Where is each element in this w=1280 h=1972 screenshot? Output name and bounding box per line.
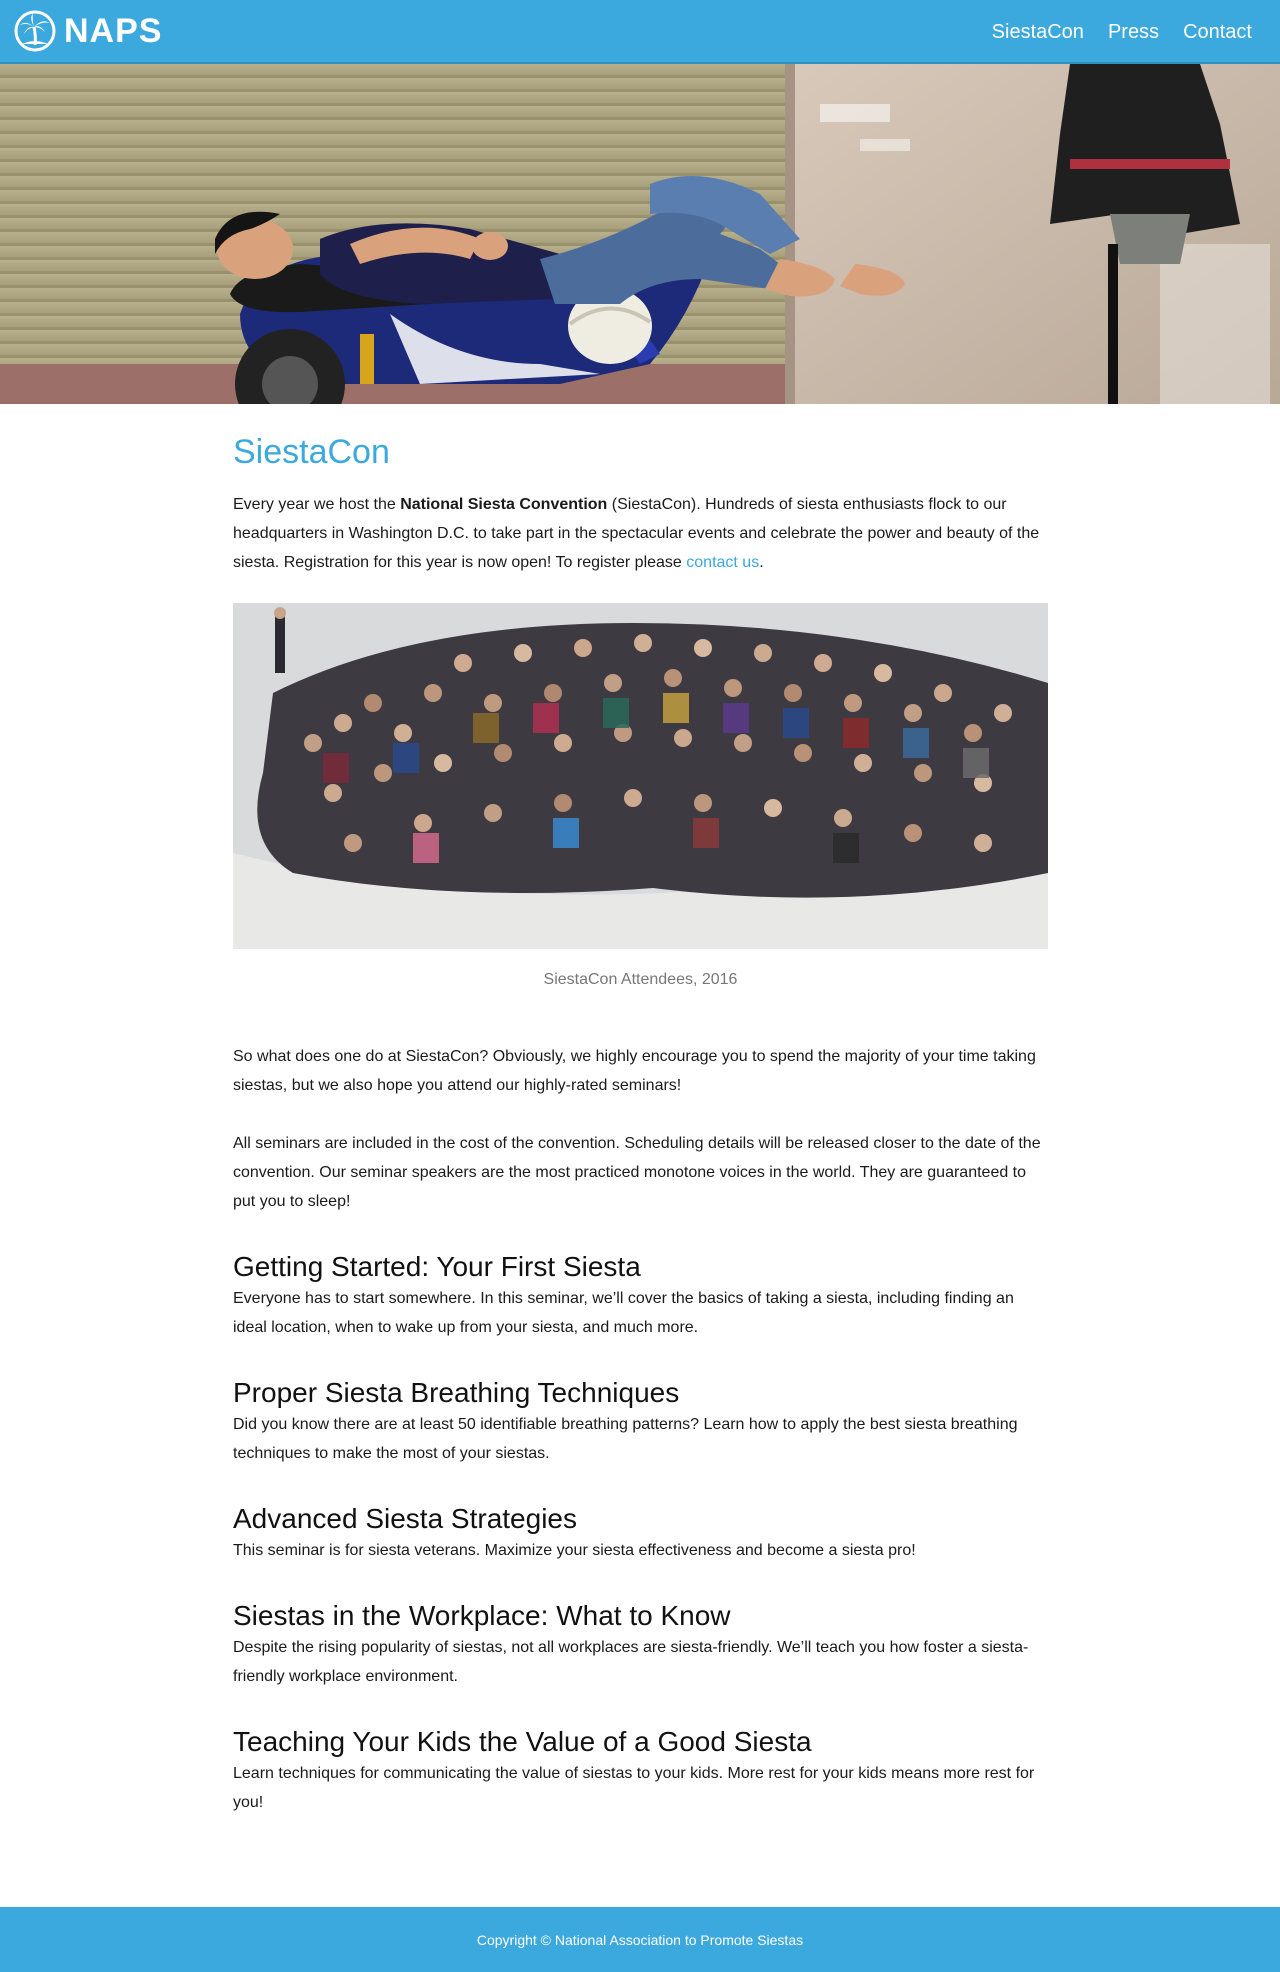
intro-bold-text: National Siesta Convention (400, 496, 608, 513)
site-footer: Copyright © National Association to Prom… (0, 1907, 1280, 1972)
seminar-description: Did you know there are at least 50 ident… (233, 1416, 1018, 1462)
hero-image (0, 64, 1280, 404)
seminar-description: Everyone has to start somewhere. In this… (233, 1290, 1014, 1336)
figure-caption: SiestaCon Attendees, 2016 (543, 971, 738, 988)
seminar-item: Siestas in the Workplace: What to Know D… (233, 1599, 1048, 1691)
seminar-title: Proper Siesta Breathing Techniques (233, 1377, 680, 1408)
seminar-title: Siestas in the Workplace: What to Know (233, 1600, 731, 1631)
seminar-item: Advanced Siesta Strategies This seminar … (233, 1502, 1048, 1565)
intro-seminars-paragraph: So what does one do at SiestaCon? Obviou… (233, 1048, 1036, 1094)
copyright-text: Copyright © National Association to Prom… (476, 1931, 804, 1948)
seminar-item: Proper Siesta Breathing Techniques Did y… (233, 1376, 1048, 1468)
seminars-details-paragraph: All seminars are included in the cost of… (233, 1135, 1041, 1210)
palm-tree-icon (14, 10, 56, 52)
contact-us-link[interactable]: contact us (686, 554, 759, 571)
seminar-title: Advanced Siesta Strategies (233, 1503, 577, 1534)
nav-item-contact[interactable]: Contact (1183, 21, 1252, 44)
main-nav: SiestaCon Press Contact (968, 0, 1252, 64)
siestacon-attendees-crowd-photo (233, 603, 1048, 949)
site-header: NAPS SiestaCon Press Contact (0, 0, 1280, 64)
page-title: SiestaCon (233, 433, 390, 471)
intro-text-start: Every year we host the (233, 496, 401, 513)
seminar-title: Teaching Your Kids the Value of a Good S… (233, 1726, 812, 1757)
seminar-item: Teaching Your Kids the Value of a Good S… (233, 1725, 1048, 1817)
nav-item-press[interactable]: Press (1108, 21, 1159, 44)
attendees-figure: SiestaCon Attendees, 2016 (233, 603, 1048, 995)
seminar-description: This seminar is for siesta veterans. Max… (233, 1542, 916, 1559)
nav-item-siestacon[interactable]: SiestaCon (992, 21, 1084, 44)
man-sleeping-on-motorbike-photo (0, 64, 1280, 404)
intro-text-end: . (759, 554, 764, 571)
main-content: SiestaCon Every year we host the Nationa… (233, 404, 1048, 1817)
intro-paragraph: Every year we host the National Siesta C… (233, 490, 1048, 577)
home-logo-link[interactable]: NAPS (14, 10, 162, 52)
seminar-item: Getting Started: Your First Siesta Every… (233, 1250, 1048, 1342)
seminar-description: Learn techniques for communicating the v… (233, 1765, 1035, 1811)
seminar-title: Getting Started: Your First Siesta (233, 1251, 641, 1282)
brand-name: NAPS (64, 11, 163, 50)
seminar-description: Despite the rising popularity of siestas… (233, 1639, 1029, 1685)
